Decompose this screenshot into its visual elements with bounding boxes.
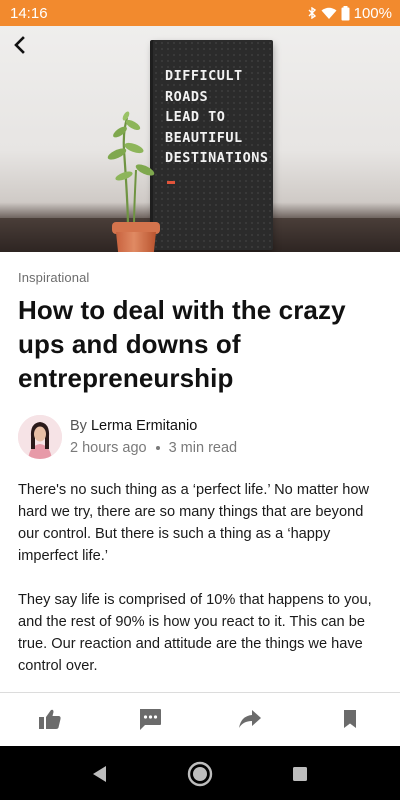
square-recents-icon [293, 767, 307, 781]
chevron-left-icon [14, 36, 25, 54]
article-meta: 2 hours ago 3 min read [70, 440, 237, 456]
author-name[interactable]: Lerma Ermitanio [91, 418, 197, 434]
nav-back-button[interactable] [86, 761, 112, 787]
battery-icon [341, 5, 350, 20]
status-bar: 14:16 100% [0, 0, 400, 26]
like-button[interactable] [36, 705, 64, 733]
nav-home-button[interactable] [187, 761, 213, 787]
comment-button[interactable] [136, 705, 164, 733]
letter-board: DIFFICULT ROADS LEAD TO BEAUTIFUL DESTIN… [153, 40, 273, 250]
bluetooth-icon [308, 7, 316, 19]
battery-level: 100% [353, 4, 392, 22]
triangle-back-icon [93, 766, 106, 782]
thumbs-up-icon [39, 709, 61, 729]
back-button[interactable] [6, 32, 32, 58]
article-category[interactable]: Inspirational [18, 270, 89, 285]
byline-prefix: By [70, 418, 87, 434]
letter-board-text: DIFFICULT ROADS LEAD TO BEAUTIFUL DESTIN… [165, 68, 269, 166]
bookmark-button[interactable] [336, 705, 364, 733]
share-icon [239, 710, 261, 728]
article-action-bar [0, 692, 400, 746]
wifi-icon [321, 7, 337, 19]
hero-image: DIFFICULT ROADS LEAD TO BEAUTIFUL DESTIN… [0, 26, 400, 252]
author-photo [18, 415, 62, 459]
avatar[interactable] [18, 415, 62, 459]
bookmark-icon [344, 710, 356, 728]
article-paragraph: There's no such thing as a ‘perfect life… [18, 482, 370, 564]
share-button[interactable] [236, 705, 264, 733]
plant-pot [112, 222, 160, 252]
comment-icon [140, 709, 161, 730]
nav-recents-button[interactable] [287, 761, 313, 787]
read-time: 3 min read [168, 440, 238, 456]
article-body: There's no such thing as a ‘perfect life… [18, 479, 384, 699]
system-navigation-bar [0, 746, 400, 800]
separator-dot [155, 446, 160, 450]
status-icons: 100% [307, 5, 392, 22]
article-title: How to deal with the crazy ups and downs… [18, 295, 346, 393]
plant-illustration [107, 111, 155, 229]
published-time: 2 hours ago [70, 440, 147, 456]
byline: By Lerma Ermitanio 2 hours ago 3 min rea… [18, 414, 384, 462]
byline-author: By Lerma Ermitanio [70, 418, 197, 434]
article-paragraph: They say life is comprised of 10% that h… [18, 592, 372, 674]
circle-home-icon [187, 761, 213, 787]
status-time: 14:16 [10, 4, 48, 22]
